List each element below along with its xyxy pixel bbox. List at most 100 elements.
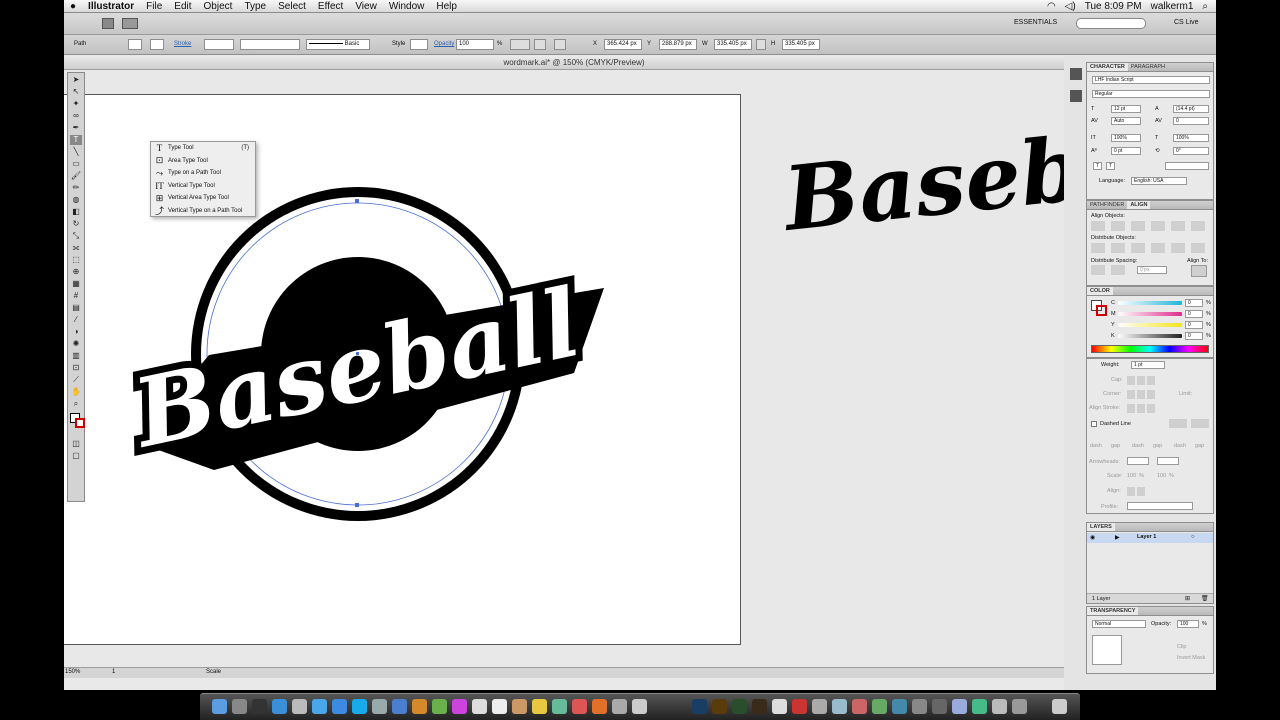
app-icon[interactable] (972, 699, 987, 714)
column-graph-tool-icon[interactable]: ▥ (70, 351, 82, 361)
app-icon[interactable] (472, 699, 487, 714)
stroke-color-swatch[interactable] (1096, 305, 1107, 316)
layer-row[interactable]: ◉ ▶ Layer 1 ○ (1087, 533, 1213, 543)
trash-icon[interactable] (1052, 699, 1067, 714)
cap-buttons[interactable] (1127, 376, 1155, 385)
stroke-weight-field[interactable] (204, 39, 234, 50)
app-icon[interactable] (572, 699, 587, 714)
twitter-icon[interactable] (332, 699, 347, 714)
slice-tool-icon[interactable]: ⟋ (70, 375, 82, 385)
constrain-proportions-icon[interactable] (756, 39, 766, 50)
blob-brush-tool-icon[interactable]: ◍ (70, 195, 82, 205)
blend-mode-field[interactable]: Normal (1092, 620, 1146, 628)
y-field[interactable]: 288.879 px (659, 39, 697, 50)
character-rotation-field[interactable]: 0° (1173, 147, 1209, 155)
bridge-icon[interactable] (102, 18, 114, 29)
flyout-type-tool[interactable]: T Type Tool (T) (151, 142, 255, 155)
direct-selection-tool-icon[interactable]: ↖ (70, 87, 82, 97)
status-info[interactable]: Scale (206, 669, 221, 675)
fill-swatch[interactable] (128, 39, 142, 50)
weight-field[interactable]: 1 pt (1131, 361, 1165, 369)
app-icon[interactable] (632, 699, 647, 714)
blend-tool-icon[interactable]: ◑ (70, 327, 82, 337)
recolor-button[interactable] (534, 39, 546, 50)
app-icon[interactable] (512, 699, 527, 714)
flyout-area-type-tool[interactable]: ⊡ Area Type Tool (151, 155, 255, 168)
channel-m-field[interactable]: 0 (1185, 310, 1203, 318)
flyout-type-on-path-tool[interactable]: ⤳ Type on a Path Tool (151, 167, 255, 180)
hand-tool-icon[interactable]: ✋ (70, 387, 82, 397)
mesh-tool-icon[interactable]: # (70, 291, 82, 301)
mail-icon[interactable] (292, 699, 307, 714)
channel-m-slider[interactable] (1118, 312, 1182, 316)
launchpad-icon[interactable] (232, 699, 247, 714)
lasso-tool-icon[interactable]: ∞ (70, 111, 82, 121)
menu-window[interactable]: Window (383, 1, 431, 12)
symbol-sprayer-tool-icon[interactable]: ✺ (70, 339, 82, 349)
channel-c-field[interactable]: 0 (1185, 299, 1203, 307)
font-family-field[interactable]: LHF Indian Script (1092, 76, 1210, 84)
spotlight-icon[interactable]: ⌕ (1202, 1, 1208, 12)
screen-mode-icon[interactable]: ▢ (70, 451, 82, 461)
magic-wand-tool-icon[interactable]: ✦ (70, 99, 82, 109)
menu-view[interactable]: View (349, 1, 383, 12)
pen-tool-icon[interactable]: ✒ (70, 123, 82, 133)
target-icon[interactable]: ○ (1191, 534, 1195, 540)
opacity-label[interactable]: Opacity (434, 41, 454, 47)
invert-mask-checkbox-label[interactable]: Invert Mask (1177, 655, 1205, 661)
app-icon[interactable] (812, 699, 827, 714)
menu-help[interactable]: Help (430, 1, 463, 12)
app-icon[interactable] (852, 699, 867, 714)
transform-button[interactable] (554, 39, 566, 50)
channel-y-field[interactable]: 0 (1185, 321, 1203, 329)
scale-tool-icon[interactable]: ⤡ (70, 231, 82, 241)
app-icon[interactable] (892, 699, 907, 714)
app-icon[interactable] (992, 699, 1007, 714)
artboards-icon[interactable] (1070, 90, 1082, 102)
visibility-eye-icon[interactable]: ◉ (1090, 534, 1095, 541)
app-menu[interactable]: Illustrator (82, 1, 140, 12)
perspective-grid-tool-icon[interactable]: ▦ (70, 279, 82, 289)
scale-end-value[interactable]: 100 (1157, 473, 1166, 479)
photoshop-icon[interactable] (692, 699, 707, 714)
channel-k-slider[interactable] (1118, 334, 1182, 338)
menu-edit[interactable]: Edit (168, 1, 197, 12)
artboard-tool-icon[interactable]: ⊡ (70, 363, 82, 373)
arrange-documents-icon[interactable] (122, 18, 138, 29)
layer-name[interactable]: Layer 1 (1137, 534, 1156, 540)
color-spectrum[interactable] (1091, 345, 1209, 353)
dashed-line-checkbox[interactable] (1091, 421, 1097, 427)
align-stroke-buttons[interactable] (1127, 404, 1155, 413)
menu-effect[interactable]: Effect (312, 1, 349, 12)
acrobat-icon[interactable] (792, 699, 807, 714)
eraser-tool-icon[interactable]: ◧ (70, 207, 82, 217)
stroke-label[interactable]: Stroke (174, 41, 191, 47)
menu-select[interactable]: Select (272, 1, 312, 12)
x-field[interactable]: 365.424 px (604, 39, 642, 50)
tab-pathfinder[interactable]: PATHFINDER (1087, 201, 1127, 209)
tab-paragraph[interactable]: PARAGRAPH (1128, 63, 1168, 71)
font-style-field[interactable]: Regular (1092, 90, 1210, 98)
align-to-button[interactable] (1191, 265, 1207, 277)
profile-field[interactable] (1127, 502, 1193, 510)
clock[interactable]: Tue 8:09 PM (1085, 1, 1142, 12)
start-arrowhead-field[interactable] (1127, 457, 1149, 465)
app-icon[interactable] (872, 699, 887, 714)
dash-alignment-buttons[interactable] (1169, 419, 1209, 428)
fill-stroke-swatches[interactable] (70, 413, 85, 435)
spotify-icon[interactable] (432, 699, 447, 714)
wifi-icon[interactable]: ◠ (1047, 1, 1056, 12)
zoom-tool-icon[interactable]: ⌕ (70, 399, 82, 409)
flyout-vertical-area-type-tool[interactable]: ⊞ Vertical Area Type Tool (151, 192, 255, 205)
font-size-field[interactable]: 12 pt (1111, 105, 1141, 113)
pencil-tool-icon[interactable]: ✏ (70, 183, 82, 193)
app-icon[interactable] (952, 699, 967, 714)
underline-button[interactable]: T (1093, 162, 1102, 170)
menu-type[interactable]: Type (238, 1, 272, 12)
dashboard-icon[interactable] (252, 699, 267, 714)
dreamweaver-icon[interactable] (732, 699, 747, 714)
delete-layer-icon[interactable]: 🗑 (1201, 595, 1209, 602)
style-field[interactable] (410, 39, 428, 50)
opacity-field[interactable]: 100 (456, 39, 494, 50)
gradient-tool-icon[interactable]: ▤ (70, 303, 82, 313)
